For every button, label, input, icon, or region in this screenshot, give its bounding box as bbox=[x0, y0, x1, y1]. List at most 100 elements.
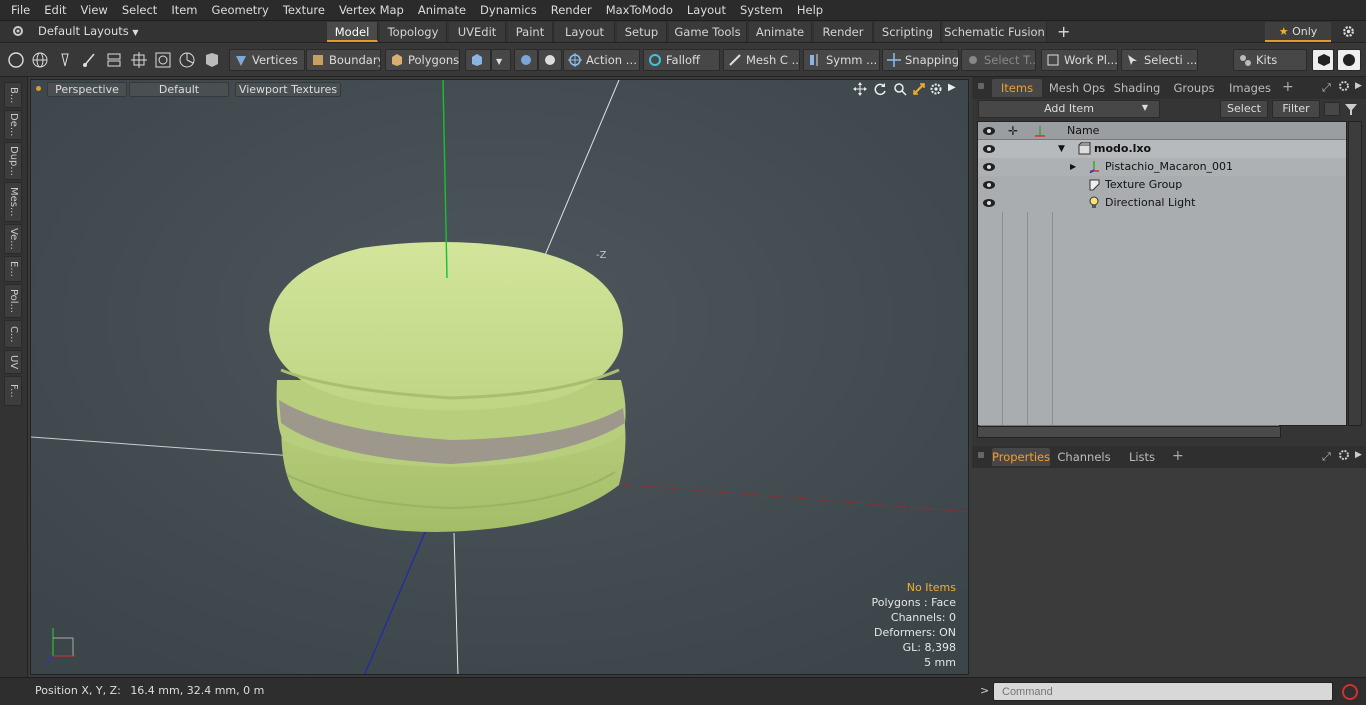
snapping-button[interactable]: Snapping bbox=[882, 49, 959, 71]
menu-dynamics[interactable]: Dynamics bbox=[473, 0, 544, 21]
boundary-button[interactable]: Boundary bbox=[306, 49, 381, 71]
panel-handle-icon[interactable] bbox=[978, 452, 984, 458]
panel-gear-icon[interactable] bbox=[1338, 80, 1350, 95]
viewport-menu-dot-icon[interactable] bbox=[36, 86, 41, 91]
menu-layout[interactable]: Layout bbox=[680, 0, 733, 21]
snap-a-button[interactable] bbox=[514, 49, 538, 71]
action-center-button[interactable]: Action … bbox=[563, 49, 640, 71]
tab-images[interactable]: Images bbox=[1224, 79, 1276, 97]
fit-view-icon[interactable] bbox=[912, 82, 926, 99]
selection-sets-button[interactable]: Selecti ... bbox=[1121, 49, 1198, 71]
panel-expand-icon[interactable]: ▶ bbox=[1355, 81, 1362, 91]
kits-button[interactable]: Kits bbox=[1233, 49, 1307, 71]
left-tab-polygon[interactable]: Pol... bbox=[4, 284, 22, 318]
menu-system[interactable]: System bbox=[733, 0, 790, 21]
visibility-eye-icon[interactable] bbox=[982, 179, 996, 191]
visibility-eye-icon[interactable] bbox=[982, 143, 996, 155]
collapse-icon[interactable] bbox=[1324, 102, 1340, 116]
polygons-button[interactable]: Polygons bbox=[385, 49, 460, 71]
shield-shape-icon[interactable] bbox=[203, 51, 221, 69]
select-mode-icon[interactable] bbox=[7, 51, 25, 69]
tab-setup[interactable]: Setup bbox=[617, 22, 667, 42]
list-item[interactable]: Texture Group bbox=[978, 176, 1346, 194]
mesh-constraint-button[interactable]: Mesh C ... bbox=[723, 49, 800, 71]
viewport-expand-icon[interactable]: ▶ bbox=[948, 82, 956, 93]
visibility-eye-icon[interactable] bbox=[982, 161, 996, 173]
left-tab-mesh-edit[interactable]: Mes... bbox=[4, 182, 22, 222]
expand-arrow-icon[interactable]: ▶ bbox=[1070, 158, 1076, 176]
tab-layout[interactable]: Layout bbox=[555, 22, 615, 42]
tab-schematic-fusion[interactable]: Schematic Fusion bbox=[943, 22, 1047, 42]
unreal-button[interactable] bbox=[1337, 49, 1361, 71]
tab-shading[interactable]: Shading bbox=[1110, 79, 1164, 97]
falloff-button[interactable]: Falloff bbox=[643, 49, 720, 71]
item-mode-dropdown[interactable]: ▼ bbox=[491, 49, 511, 71]
visibility-eye-icon[interactable] bbox=[982, 197, 996, 209]
tab-game-tools[interactable]: Game Tools bbox=[669, 22, 747, 42]
view-type-button[interactable]: Perspective bbox=[47, 82, 127, 97]
transform-icon[interactable] bbox=[130, 51, 148, 69]
panel-gear-icon[interactable] bbox=[1338, 449, 1350, 464]
popout-icon[interactable]: ⤢ bbox=[1322, 450, 1331, 464]
rotate-icon[interactable] bbox=[873, 82, 887, 99]
left-tab-edge[interactable]: E... bbox=[4, 256, 22, 282]
tab-animate[interactable]: Animate bbox=[749, 22, 812, 42]
tab-lists[interactable]: Lists bbox=[1118, 448, 1166, 466]
tab-render[interactable]: Render bbox=[814, 22, 873, 42]
menu-item[interactable]: Item bbox=[164, 0, 204, 21]
zoom-icon[interactable] bbox=[893, 82, 907, 99]
horizontal-scroll-track[interactable] bbox=[977, 426, 1281, 438]
command-input[interactable] bbox=[993, 682, 1333, 701]
brush-icon[interactable] bbox=[80, 51, 98, 69]
name-column-header[interactable]: Name bbox=[1067, 122, 1099, 140]
menu-select[interactable]: Select bbox=[115, 0, 164, 21]
filter-button[interactable]: Filter bbox=[1272, 100, 1320, 118]
viewport-textures-button[interactable]: Viewport Textures bbox=[235, 82, 341, 97]
funnel-icon[interactable] bbox=[1344, 102, 1358, 119]
add-tab-icon[interactable]: + bbox=[1282, 79, 1294, 95]
list-item[interactable]: Directional Light bbox=[978, 194, 1346, 212]
symmetry-button[interactable]: Symm ... bbox=[803, 49, 880, 71]
shading-style-button[interactable]: Default bbox=[129, 82, 229, 97]
left-tab-deform[interactable]: De... bbox=[4, 110, 22, 140]
tab-channels[interactable]: Channels bbox=[1054, 448, 1114, 466]
tab-paint[interactable]: Paint bbox=[508, 22, 553, 42]
add-tab-icon[interactable]: + bbox=[1172, 448, 1184, 464]
settings-gear-icon[interactable] bbox=[1342, 25, 1355, 41]
add-tab-icon[interactable]: + bbox=[1057, 22, 1070, 41]
tab-model[interactable]: Model bbox=[327, 22, 378, 42]
tab-uvedit[interactable]: UVEdit bbox=[449, 22, 506, 42]
menu-help[interactable]: Help bbox=[790, 0, 830, 21]
tab-topology[interactable]: Topology bbox=[380, 22, 447, 42]
pie-icon[interactable] bbox=[178, 51, 196, 69]
tab-scripting[interactable]: Scripting bbox=[875, 22, 941, 42]
panel-handle-icon[interactable] bbox=[978, 83, 984, 89]
left-tab-curve[interactable]: C... bbox=[4, 320, 22, 348]
tab-groups[interactable]: Groups bbox=[1166, 79, 1222, 97]
work-plane-button[interactable]: Work Pl... bbox=[1041, 49, 1118, 71]
list-item[interactable]: ▼ modo.lxo bbox=[978, 140, 1346, 158]
viewport-gear-icon[interactable] bbox=[929, 82, 943, 99]
modo-cube-button[interactable] bbox=[1312, 49, 1334, 71]
snap-b-button[interactable] bbox=[538, 49, 562, 71]
layout-dropdown[interactable]: Default Layouts ▼ bbox=[38, 24, 139, 38]
menu-maxtomodo[interactable]: MaxToModo bbox=[599, 0, 680, 21]
pen-icon[interactable] bbox=[56, 51, 74, 69]
chevron-down-icon[interactable]: ▼ bbox=[1130, 100, 1160, 118]
select-button[interactable]: Select bbox=[1220, 100, 1268, 118]
list-item[interactable]: ▶ Pistachio_Macaron_001 bbox=[978, 158, 1346, 176]
left-tab-uv[interactable]: UV bbox=[4, 350, 22, 374]
square-circle-icon[interactable] bbox=[154, 51, 172, 69]
left-tab-basic[interactable]: B... bbox=[4, 82, 22, 108]
left-tab-fusion[interactable]: F... bbox=[4, 376, 22, 406]
popout-icon[interactable]: ⤢ bbox=[1322, 81, 1331, 95]
tab-properties[interactable]: Properties bbox=[992, 448, 1050, 466]
pan-icon[interactable] bbox=[853, 82, 867, 99]
gear-icon[interactable] bbox=[12, 25, 24, 40]
align-icon[interactable] bbox=[105, 51, 123, 69]
left-tab-vertex[interactable]: Ve... bbox=[4, 224, 22, 254]
menu-view[interactable]: View bbox=[74, 0, 115, 21]
menu-animate[interactable]: Animate bbox=[411, 0, 473, 21]
globe-icon[interactable] bbox=[31, 51, 49, 69]
only-toggle[interactable]: ★ Only bbox=[1265, 22, 1331, 42]
